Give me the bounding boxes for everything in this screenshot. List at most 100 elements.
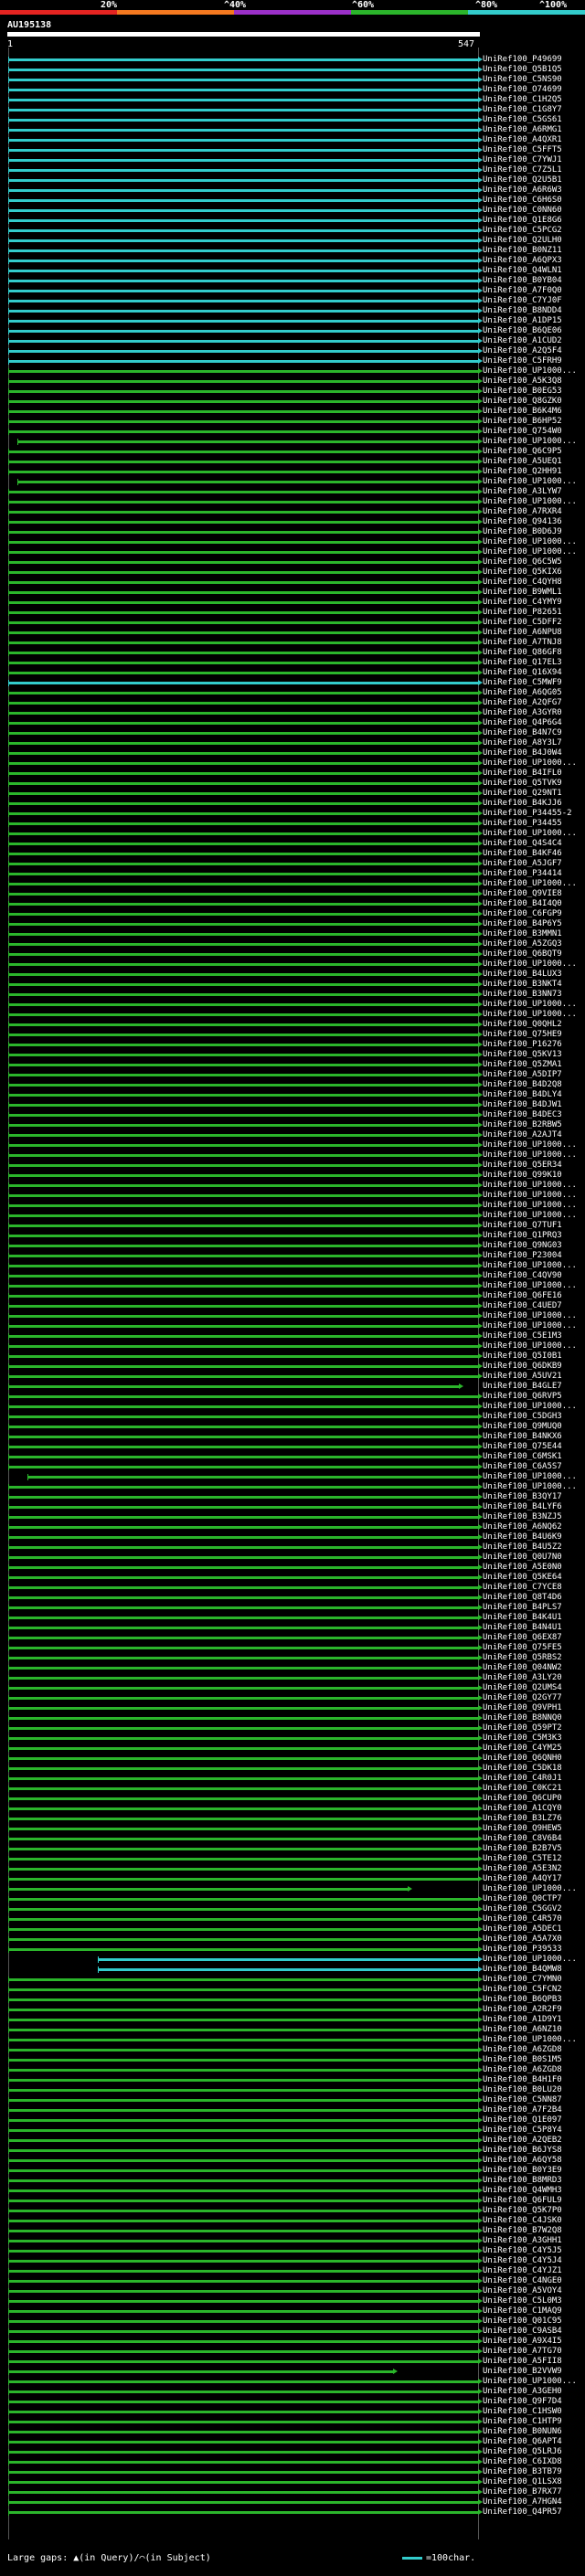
hit-label[interactable]: UniRef100_C5DFF2 [483,618,585,628]
hit-alignment-bar[interactable] [8,1184,478,1187]
hit-label[interactable]: UniRef100_B8NNQ0 [483,1713,585,1723]
hit-label[interactable]: UniRef100_UP1000... [483,1321,585,1331]
hit-alignment-bar[interactable] [8,119,478,122]
hit-label[interactable]: UniRef100_A4QXR1 [483,135,585,145]
hit-label[interactable]: UniRef100_C9ASB4 [483,2327,585,2337]
hit-label[interactable]: UniRef100_Q1E8G6 [483,216,585,226]
hit-label[interactable]: UniRef100_A8Y3L7 [483,738,585,748]
hit-label[interactable]: UniRef100_A5VOY4 [483,2286,585,2296]
hit-alignment-bar[interactable] [8,1516,478,1519]
hit-alignment-bar[interactable] [8,1375,478,1378]
hit-label[interactable]: UniRef100_UP1000... [483,959,585,970]
hit-label[interactable]: UniRef100_B0EG53 [483,387,585,397]
hit-label[interactable]: UniRef100_UP1000... [483,1140,585,1150]
hit-label[interactable]: UniRef100_B4QMW8 [483,1965,585,1975]
hit-alignment-bar[interactable] [8,1717,478,1720]
hit-alignment-bar[interactable] [8,189,478,192]
hit-label[interactable]: UniRef100_Q5RBS2 [483,1653,585,1663]
hit-label[interactable]: UniRef100_A6ZGD8 [483,2045,585,2055]
hit-alignment-bar[interactable] [8,782,478,785]
hit-alignment-bar[interactable] [8,2511,478,2514]
hit-label[interactable]: UniRef100_Q9NG03 [483,1241,585,1251]
hit-label[interactable]: UniRef100_UP1000... [483,1341,585,1352]
hit-alignment-bar[interactable] [8,983,478,986]
hit-label[interactable]: UniRef100_C6FGP9 [483,909,585,919]
hit-label[interactable]: UniRef100_C4Y5J5 [483,2246,585,2256]
hit-label[interactable]: UniRef100_C7YMN0 [483,1975,585,1985]
hit-alignment-bar[interactable] [8,139,478,142]
hit-label[interactable]: UniRef100_UP1000... [483,2035,585,2045]
hit-label[interactable]: UniRef100_C5DK18 [483,1764,585,1774]
hit-label[interactable]: UniRef100_UP1000... [483,1472,585,1482]
hit-alignment-bar[interactable] [8,1667,478,1670]
hit-alignment-bar[interactable] [8,1627,478,1629]
hit-alignment-bar[interactable] [8,471,478,473]
hit-label[interactable]: UniRef100_UP1000... [483,1311,585,1321]
hit-alignment-bar[interactable] [8,410,478,413]
hit-label[interactable]: UniRef100_C8V6B4 [483,1834,585,1844]
hit-label[interactable]: UniRef100_Q5KE64 [483,1573,585,1583]
hit-alignment-bar[interactable] [8,1044,478,1046]
hit-alignment-bar[interactable] [8,451,478,453]
hit-alignment-bar[interactable] [8,2079,478,2082]
hit-label[interactable]: UniRef100_B4LYF6 [483,1502,585,1512]
hit-label[interactable]: UniRef100_P34455 [483,819,585,829]
hit-alignment-bar[interactable] [8,1606,478,1609]
hit-alignment-bar[interactable] [8,2159,478,2162]
hit-label[interactable]: UniRef100_C1G8Y7 [483,105,585,115]
hit-label[interactable]: UniRef100_C4YM25 [483,1744,585,1754]
hit-alignment-bar[interactable] [8,2360,478,2363]
hit-label[interactable]: UniRef100_A1CUD2 [483,336,585,346]
hit-label[interactable]: UniRef100_A5UV21 [483,1372,585,1382]
hit-label[interactable]: UniRef100_UP1000... [483,1281,585,1291]
hit-alignment-bar[interactable] [8,591,478,594]
hit-label[interactable]: UniRef100_Q2HH91 [483,467,585,477]
hit-alignment-bar[interactable] [8,1898,478,1901]
hit-alignment-bar[interactable] [8,1114,478,1117]
hit-label[interactable]: UniRef100_Q86GF8 [483,648,585,658]
hit-label[interactable]: UniRef100_Q6FE16 [483,1291,585,1301]
hit-alignment-bar[interactable] [8,1245,478,1247]
hit-label[interactable]: UniRef100_B3QY17 [483,1492,585,1502]
hit-label[interactable]: UniRef100_Q9F7D4 [483,2397,585,2407]
hit-alignment-bar[interactable] [8,310,478,313]
hit-label[interactable]: UniRef100_A3GHH1 [483,2236,585,2246]
hit-label[interactable]: UniRef100_C7YWJ1 [483,155,585,165]
hit-label[interactable]: UniRef100_C1HTP9 [483,2417,585,2427]
hit-alignment-bar[interactable] [8,1415,478,1418]
hit-label[interactable]: UniRef100_Q7TUF1 [483,1221,585,1231]
hit-alignment-bar[interactable] [8,702,478,705]
hit-alignment-bar[interactable] [8,2119,478,2122]
hit-label[interactable]: UniRef100_C5NS90 [483,75,585,85]
hit-label[interactable]: UniRef100_Q9VIE8 [483,889,585,899]
hit-alignment-bar[interactable] [8,973,478,976]
hit-alignment-bar[interactable] [8,2270,478,2273]
hit-label[interactable]: UniRef100_C0NN60 [483,206,585,216]
hit-label[interactable]: UniRef100_C4YJZ1 [483,2266,585,2276]
hit-label[interactable]: UniRef100_UP1000... [483,537,585,547]
hit-alignment-bar[interactable] [8,2260,478,2263]
hit-alignment-bar[interactable] [8,873,478,875]
hit-label[interactable]: UniRef100_Q5LRJ6 [483,2447,585,2457]
hit-alignment-bar[interactable] [8,963,478,966]
hit-alignment-bar[interactable] [8,1978,478,1981]
hit-label[interactable]: UniRef100_C4R0J1 [483,1774,585,1784]
hit-alignment-bar[interactable] [8,320,478,323]
hit-alignment-bar[interactable] [27,1476,478,1479]
hit-alignment-bar[interactable] [8,1838,478,1840]
hit-label[interactable]: UniRef100_Q9VPH1 [483,1703,585,1713]
hit-alignment-bar[interactable] [8,129,478,132]
hit-label[interactable]: UniRef100_P34455-2 [483,809,585,819]
hit-label[interactable]: UniRef100_C5PCG2 [483,226,585,236]
hit-label[interactable]: UniRef100_A2QFG7 [483,698,585,708]
hit-alignment-bar[interactable] [8,1285,478,1288]
hit-alignment-bar[interactable] [8,99,478,101]
hit-alignment-bar[interactable] [8,89,478,91]
hit-label[interactable]: UniRef100_B7W2Q8 [483,2226,585,2236]
hit-alignment-bar[interactable] [8,2069,478,2072]
hit-alignment-bar[interactable] [8,1858,478,1860]
hit-alignment-bar[interactable] [8,400,478,403]
hit-alignment-bar[interactable] [8,2280,478,2283]
hit-alignment-bar[interactable] [8,2089,478,2092]
hit-alignment-bar[interactable] [8,350,478,353]
